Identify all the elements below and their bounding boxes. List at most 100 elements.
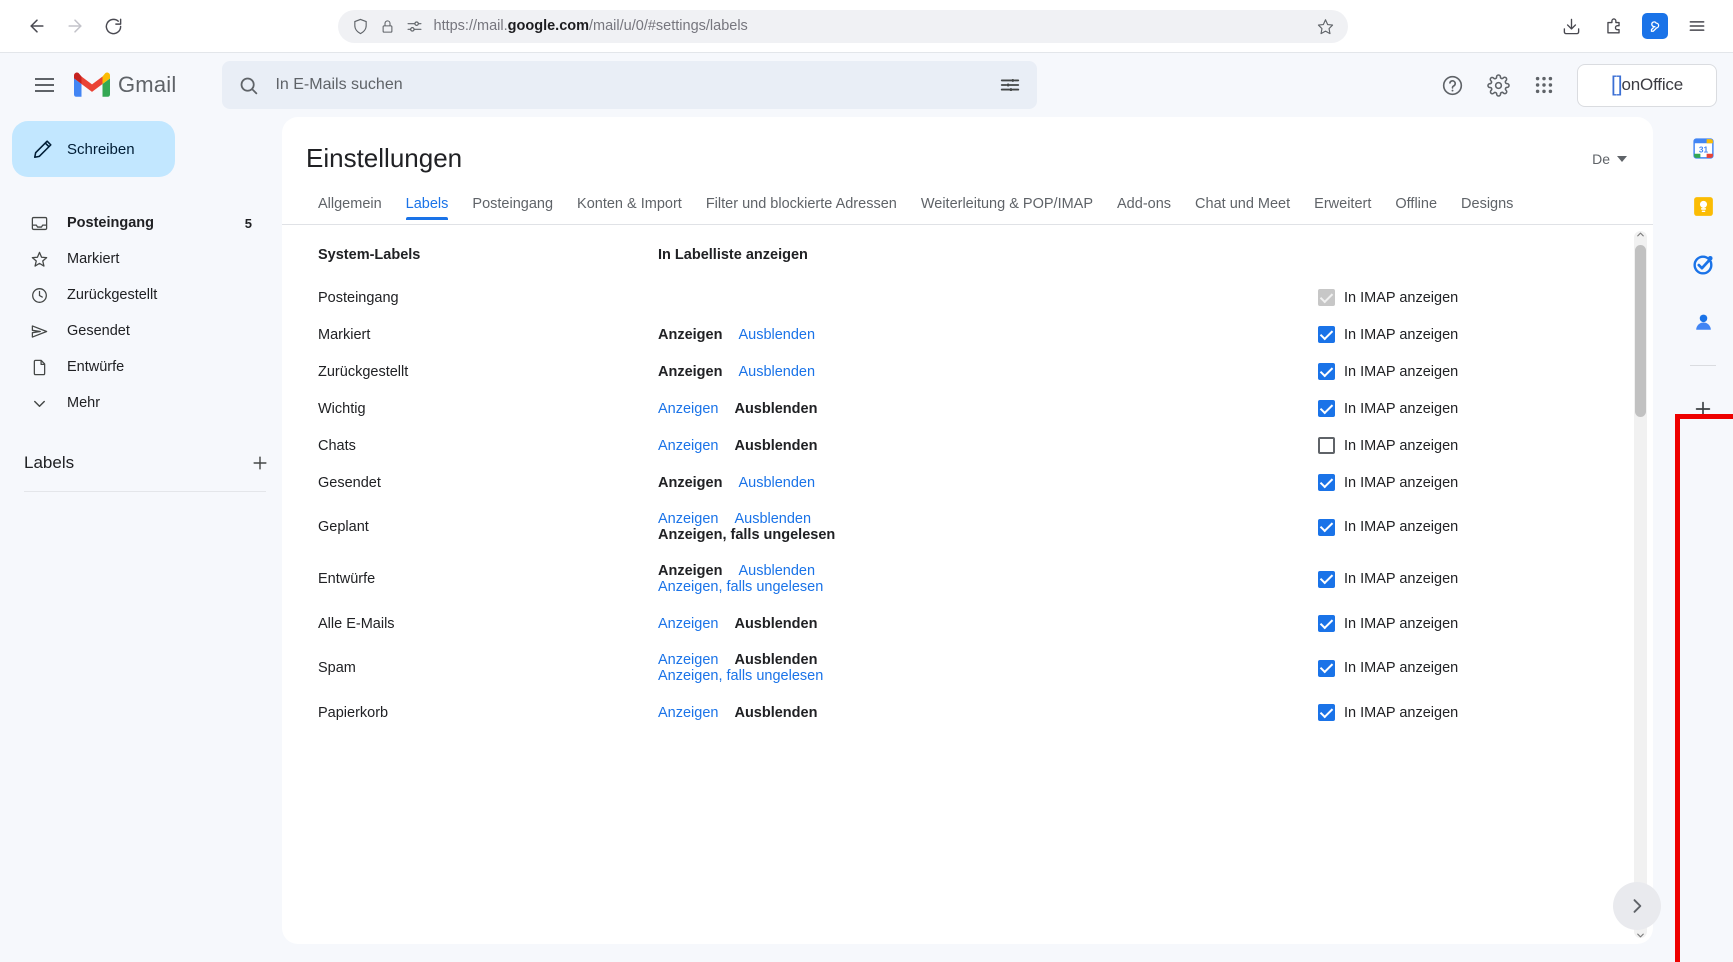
visibility-action-link[interactable]: Ausblenden [738,364,815,380]
imap-checkbox[interactable] [1318,363,1335,380]
imap-checkbox[interactable] [1318,615,1335,632]
sidebar-item-zurueckgestellt[interactable]: Zurückgestellt [12,277,264,313]
address-bar[interactable]: https://mail.google.com/mail/u/0/#settin… [337,9,1348,43]
google-keep-icon[interactable] [1686,189,1720,223]
search-input[interactable]: In E-Mails suchen [222,61,1038,109]
imap-checkbox-row[interactable]: In IMAP anzeigen [1318,400,1653,417]
visibility-action-link[interactable]: Anzeigen [658,705,718,721]
imap-cell: In IMAP anzeigen [1318,390,1653,427]
visibility-actions: Anzeigen Ausblenden [658,475,1318,491]
imap-checkbox-row[interactable]: In IMAP anzeigen [1318,518,1653,536]
gmail-logo[interactable]: Gmail [74,71,177,99]
search-options-icon[interactable] [999,74,1021,96]
visibility-action-link[interactable]: Anzeigen [658,401,718,417]
visibility-action-link[interactable]: Anzeigen, falls ungelesen [658,668,823,684]
imap-checkbox-row[interactable]: In IMAP anzeigen [1318,659,1653,677]
visibility-action-link[interactable]: Ausblenden [738,327,815,343]
tab-konten-import[interactable]: Konten & Import [565,190,694,224]
tab-offline[interactable]: Offline [1383,190,1449,224]
language-label: De [1592,151,1610,167]
compose-button[interactable]: Schreiben [12,121,175,177]
visibility-action-link[interactable]: Anzeigen [658,511,718,527]
tab-filter-blockierte-adressen[interactable]: Filter und blockierte Adressen [694,190,909,224]
browser-menu-icon[interactable] [1679,8,1715,44]
scroll-down-arrow-icon[interactable] [1634,928,1647,942]
visibility-actions: Anzeigen Ausblenden [658,364,1318,380]
labels-table-head: System-Labels In Labelliste anzeigen [318,225,1653,279]
imap-checkbox[interactable] [1318,659,1335,677]
visibility-actions: Anzeigen, falls ungelesen [658,668,1318,684]
table-scrollbar[interactable] [1634,231,1647,938]
main-menu-icon[interactable] [22,63,66,107]
shield-icon[interactable] [352,18,369,35]
gear-icon[interactable] [1477,64,1519,106]
google-tasks-icon[interactable] [1686,247,1720,281]
download-icon[interactable] [1553,8,1589,44]
extensions-icon[interactable] [1595,8,1631,44]
expand-panel-button[interactable] [1613,882,1661,930]
scroll-up-arrow-icon[interactable] [1634,227,1647,241]
sidebar-item-gesendet[interactable]: Gesendet [12,313,264,349]
lock-icon[interactable] [380,19,395,34]
sidebar-item-posteingang[interactable]: Posteingang 5 [12,205,264,241]
plus-icon[interactable] [1686,392,1720,426]
language-selector[interactable]: De [1592,143,1627,167]
label-name-cell: Posteingang [318,289,399,306]
tab-chat-und-meet[interactable]: Chat und Meet [1183,190,1302,224]
imap-checkbox-row[interactable]: In IMAP anzeigen [1318,289,1653,306]
search-icon[interactable] [238,75,259,96]
imap-checkbox-row[interactable]: In IMAP anzeigen [1318,615,1653,632]
imap-checkbox-row[interactable]: In IMAP anzeigen [1318,570,1653,588]
permissions-icon[interactable] [406,18,423,35]
table-row: Markiert Anzeigen Ausblenden In IMAP anzeig… [318,316,1653,353]
visibility-action-link[interactable]: Ausblenden [738,563,815,579]
imap-checkbox-label: In IMAP anzeigen [1344,289,1459,306]
google-contacts-icon[interactable] [1686,305,1720,339]
forward-arrow-icon[interactable] [56,7,94,45]
table-scrollbar-thumb[interactable] [1635,245,1646,417]
tab-allgemein[interactable]: Allgemein [306,190,394,224]
imap-checkbox[interactable] [1318,704,1335,721]
imap-checkbox-row[interactable]: In IMAP anzeigen [1318,474,1653,491]
imap-checkbox[interactable] [1318,570,1335,588]
imap-checkbox[interactable] [1318,474,1335,491]
tab-erweitert[interactable]: Erweitert [1302,190,1383,224]
gmail-wordmark: Gmail [118,72,177,97]
label-name-cell: Wichtig [318,400,366,417]
tab-weiterleitung-pop-imap[interactable]: Weiterleitung & POP/IMAP [909,190,1105,224]
imap-checkbox[interactable] [1318,326,1335,343]
imap-checkbox-row[interactable]: In IMAP anzeigen [1318,437,1653,454]
imap-checkbox-row[interactable]: In IMAP anzeigen [1318,326,1653,343]
sidebar-item-entwuerfe[interactable]: Entwürfe [12,349,264,385]
imap-checkbox-label: In IMAP anzeigen [1344,437,1459,454]
sidebar-item-markiert[interactable]: Markiert [12,241,264,277]
visibility-action-link[interactable]: Anzeigen, falls ungelesen [658,579,823,595]
tab-labels[interactable]: Labels [394,190,461,224]
visibility-action-link[interactable]: Anzeigen [658,616,718,632]
back-arrow-icon[interactable] [18,7,56,45]
imap-checkbox-row[interactable]: In IMAP anzeigen [1318,704,1653,721]
visibility-action-link[interactable]: Anzeigen [658,652,718,668]
tab-add-ons[interactable]: Add-ons [1105,190,1183,224]
tab-posteingang[interactable]: Posteingang [460,190,565,224]
bookmark-star-icon[interactable] [1317,18,1334,35]
visibility-action-link[interactable]: Anzeigen [658,438,718,454]
imap-checkbox[interactable] [1318,518,1335,536]
help-icon[interactable] [1431,64,1473,106]
sidebar-item-count: 5 [244,215,252,231]
extension-pinned-icon[interactable] [1637,8,1673,44]
plus-icon[interactable] [250,453,270,473]
visibility-action-link[interactable]: Ausblenden [738,475,815,491]
reload-icon[interactable] [94,7,132,45]
apps-grid-icon[interactable] [1523,64,1565,106]
imap-checkbox-row[interactable]: In IMAP anzeigen [1318,363,1653,380]
tab-designs[interactable]: Designs [1449,190,1525,224]
visibility-action-link[interactable]: Ausblenden [734,511,811,527]
imap-checkbox[interactable] [1318,437,1335,454]
url-text[interactable]: https://mail.google.com/mail/u/0/#settin… [434,18,1306,34]
imap-checkbox [1318,289,1335,306]
account-badge[interactable]: [ ] onOffice [1577,63,1717,107]
imap-checkbox[interactable] [1318,400,1335,417]
sidebar-item-mehr[interactable]: Mehr [12,385,264,421]
google-calendar-icon[interactable]: 31 [1686,131,1720,165]
